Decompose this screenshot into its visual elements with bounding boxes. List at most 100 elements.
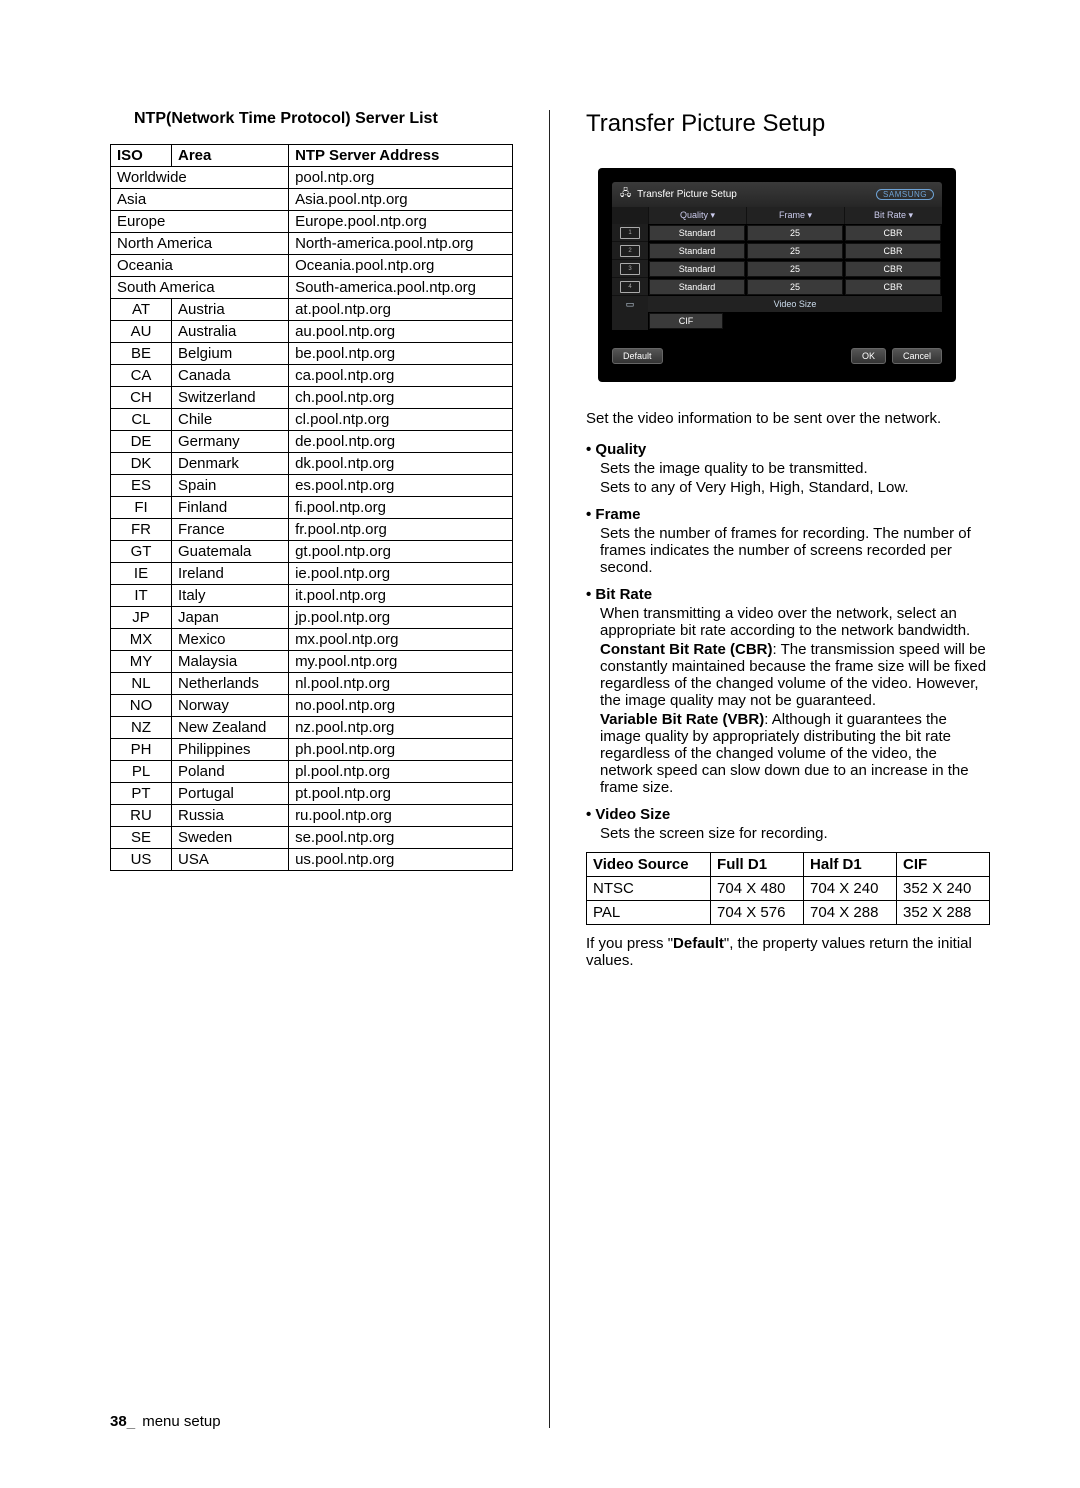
channel-bitrate[interactable]: CBR bbox=[845, 243, 941, 259]
country-server: fi.pool.ntp.org bbox=[289, 497, 513, 519]
device-channel-row: 4Standard25CBR bbox=[612, 278, 942, 296]
region-server: Europe.pool.ntp.org bbox=[289, 211, 513, 233]
camera-icon: ▭ bbox=[612, 296, 648, 312]
country-area: Australia bbox=[172, 321, 289, 343]
country-area: Netherlands bbox=[172, 673, 289, 695]
country-server: pl.pool.ntp.org bbox=[289, 761, 513, 783]
table-row: BEBelgiumbe.pool.ntp.org bbox=[111, 343, 513, 365]
country-area: Germany bbox=[172, 431, 289, 453]
country-area: Belgium bbox=[172, 343, 289, 365]
table-row: JPJapanjp.pool.ntp.org bbox=[111, 607, 513, 629]
country-iso: AT bbox=[111, 299, 172, 321]
country-server: us.pool.ntp.org bbox=[289, 849, 513, 871]
channel-quality[interactable]: Standard bbox=[649, 225, 745, 241]
th-video-source: Video Source bbox=[587, 853, 711, 877]
country-iso: SE bbox=[111, 827, 172, 849]
table-row: North AmericaNorth-america.pool.ntp.org bbox=[111, 233, 513, 255]
channel-frame[interactable]: 25 bbox=[747, 225, 843, 241]
device-column-headers: Quality ▾ Frame ▾ Bit Rate ▾ bbox=[612, 207, 942, 224]
feature-bitrate-vbr: Variable Bit Rate (VBR): Although it gua… bbox=[600, 711, 990, 796]
country-iso: BE bbox=[111, 343, 172, 365]
country-area: Japan bbox=[172, 607, 289, 629]
cancel-button[interactable]: Cancel bbox=[892, 348, 942, 364]
country-server: nz.pool.ntp.org bbox=[289, 717, 513, 739]
device-col-frame[interactable]: Frame ▾ bbox=[747, 207, 845, 224]
country-area: Sweden bbox=[172, 827, 289, 849]
table-row: RURussiaru.pool.ntp.org bbox=[111, 805, 513, 827]
table-row: PHPhilippinesph.pool.ntp.org bbox=[111, 739, 513, 761]
channel-bitrate[interactable]: CBR bbox=[845, 225, 941, 241]
ntp-list-title: NTP(Network Time Protocol) Server List bbox=[110, 110, 513, 128]
country-iso: NZ bbox=[111, 717, 172, 739]
country-iso: US bbox=[111, 849, 172, 871]
channel-frame[interactable]: 25 bbox=[747, 243, 843, 259]
feature-frame-title: Frame bbox=[586, 506, 640, 523]
cif: 352 X 240 bbox=[897, 877, 990, 901]
table-row: FIFinlandfi.pool.ntp.org bbox=[111, 497, 513, 519]
table-row: OceaniaOceania.pool.ntp.org bbox=[111, 255, 513, 277]
channel-frame[interactable]: 25 bbox=[747, 261, 843, 277]
th-area: Area bbox=[172, 145, 289, 167]
channel-quality[interactable]: Standard bbox=[649, 261, 745, 277]
country-area: Malaysia bbox=[172, 651, 289, 673]
channel-quality[interactable]: Standard bbox=[649, 279, 745, 295]
country-server: nl.pool.ntp.org bbox=[289, 673, 513, 695]
country-server: pt.pool.ntp.org bbox=[289, 783, 513, 805]
country-server: it.pool.ntp.org bbox=[289, 585, 513, 607]
table-row: PAL704 X 576704 X 288352 X 288 bbox=[587, 901, 990, 925]
country-iso: DE bbox=[111, 431, 172, 453]
device-col-quality[interactable]: Quality ▾ bbox=[649, 207, 747, 224]
samsung-logo: SAMSUNG bbox=[876, 189, 934, 200]
country-iso: NL bbox=[111, 673, 172, 695]
country-server: es.pool.ntp.org bbox=[289, 475, 513, 497]
country-iso: PL bbox=[111, 761, 172, 783]
intro-text: Set the video information to be sent ove… bbox=[586, 410, 990, 427]
region-name: South America bbox=[111, 277, 289, 299]
country-iso: IE bbox=[111, 563, 172, 585]
country-iso: FI bbox=[111, 497, 172, 519]
country-area: New Zealand bbox=[172, 717, 289, 739]
table-row: CHSwitzerlandch.pool.ntp.org bbox=[111, 387, 513, 409]
feature-frame-body: Sets the number of frames for recording.… bbox=[600, 525, 990, 576]
region-server: Oceania.pool.ntp.org bbox=[289, 255, 513, 277]
video-source: PAL bbox=[587, 901, 711, 925]
half-d1: 704 X 288 bbox=[804, 901, 897, 925]
table-row: NZNew Zealandnz.pool.ntp.org bbox=[111, 717, 513, 739]
device-titlebar: 🖧 Transfer Picture Setup SAMSUNG bbox=[612, 182, 942, 207]
country-area: France bbox=[172, 519, 289, 541]
device-cif-value[interactable]: CIF bbox=[649, 313, 723, 329]
device-videosize-label: Video Size bbox=[648, 296, 942, 312]
country-iso: FR bbox=[111, 519, 172, 541]
feature-quality-line1: Sets the image quality to be transmitted… bbox=[600, 460, 990, 477]
feature-list: Quality Sets the image quality to be tra… bbox=[586, 441, 990, 842]
device-col-channel bbox=[612, 207, 649, 224]
ok-button[interactable]: OK bbox=[851, 348, 886, 364]
country-server: mx.pool.ntp.org bbox=[289, 629, 513, 651]
country-iso: PT bbox=[111, 783, 172, 805]
feature-bitrate: Bit Rate When transmitting a video over … bbox=[586, 586, 990, 796]
table-row: PLPolandpl.pool.ntp.org bbox=[111, 761, 513, 783]
video-size-table: Video Source Full D1 Half D1 CIF NTSC704… bbox=[586, 852, 990, 925]
table-row: NTSC704 X 480704 X 240352 X 240 bbox=[587, 877, 990, 901]
channel-bitrate[interactable]: CBR bbox=[845, 261, 941, 277]
feature-videosize: Video Size Sets the screen size for reco… bbox=[586, 806, 990, 842]
country-iso: MY bbox=[111, 651, 172, 673]
device-col-bitrate[interactable]: Bit Rate ▾ bbox=[845, 207, 942, 224]
country-server: no.pool.ntp.org bbox=[289, 695, 513, 717]
country-area: Austria bbox=[172, 299, 289, 321]
channel-frame[interactable]: 25 bbox=[747, 279, 843, 295]
country-area: Finland bbox=[172, 497, 289, 519]
feature-bitrate-intro: When transmitting a video over the netwo… bbox=[600, 605, 990, 639]
table-row: MYMalaysiamy.pool.ntp.org bbox=[111, 651, 513, 673]
device-channel-row: 3Standard25CBR bbox=[612, 260, 942, 278]
country-area: Mexico bbox=[172, 629, 289, 651]
channel-bitrate[interactable]: CBR bbox=[845, 279, 941, 295]
feature-quality: Quality Sets the image quality to be tra… bbox=[586, 441, 990, 496]
default-button[interactable]: Default bbox=[612, 348, 663, 364]
country-server: se.pool.ntp.org bbox=[289, 827, 513, 849]
camera-icon: 2 bbox=[612, 242, 648, 260]
footer-separator: _ bbox=[127, 1413, 135, 1430]
channel-quality[interactable]: Standard bbox=[649, 243, 745, 259]
left-column: NTP(Network Time Protocol) Server List I… bbox=[110, 110, 550, 1428]
feature-videosize-body: Sets the screen size for recording. bbox=[600, 825, 990, 842]
